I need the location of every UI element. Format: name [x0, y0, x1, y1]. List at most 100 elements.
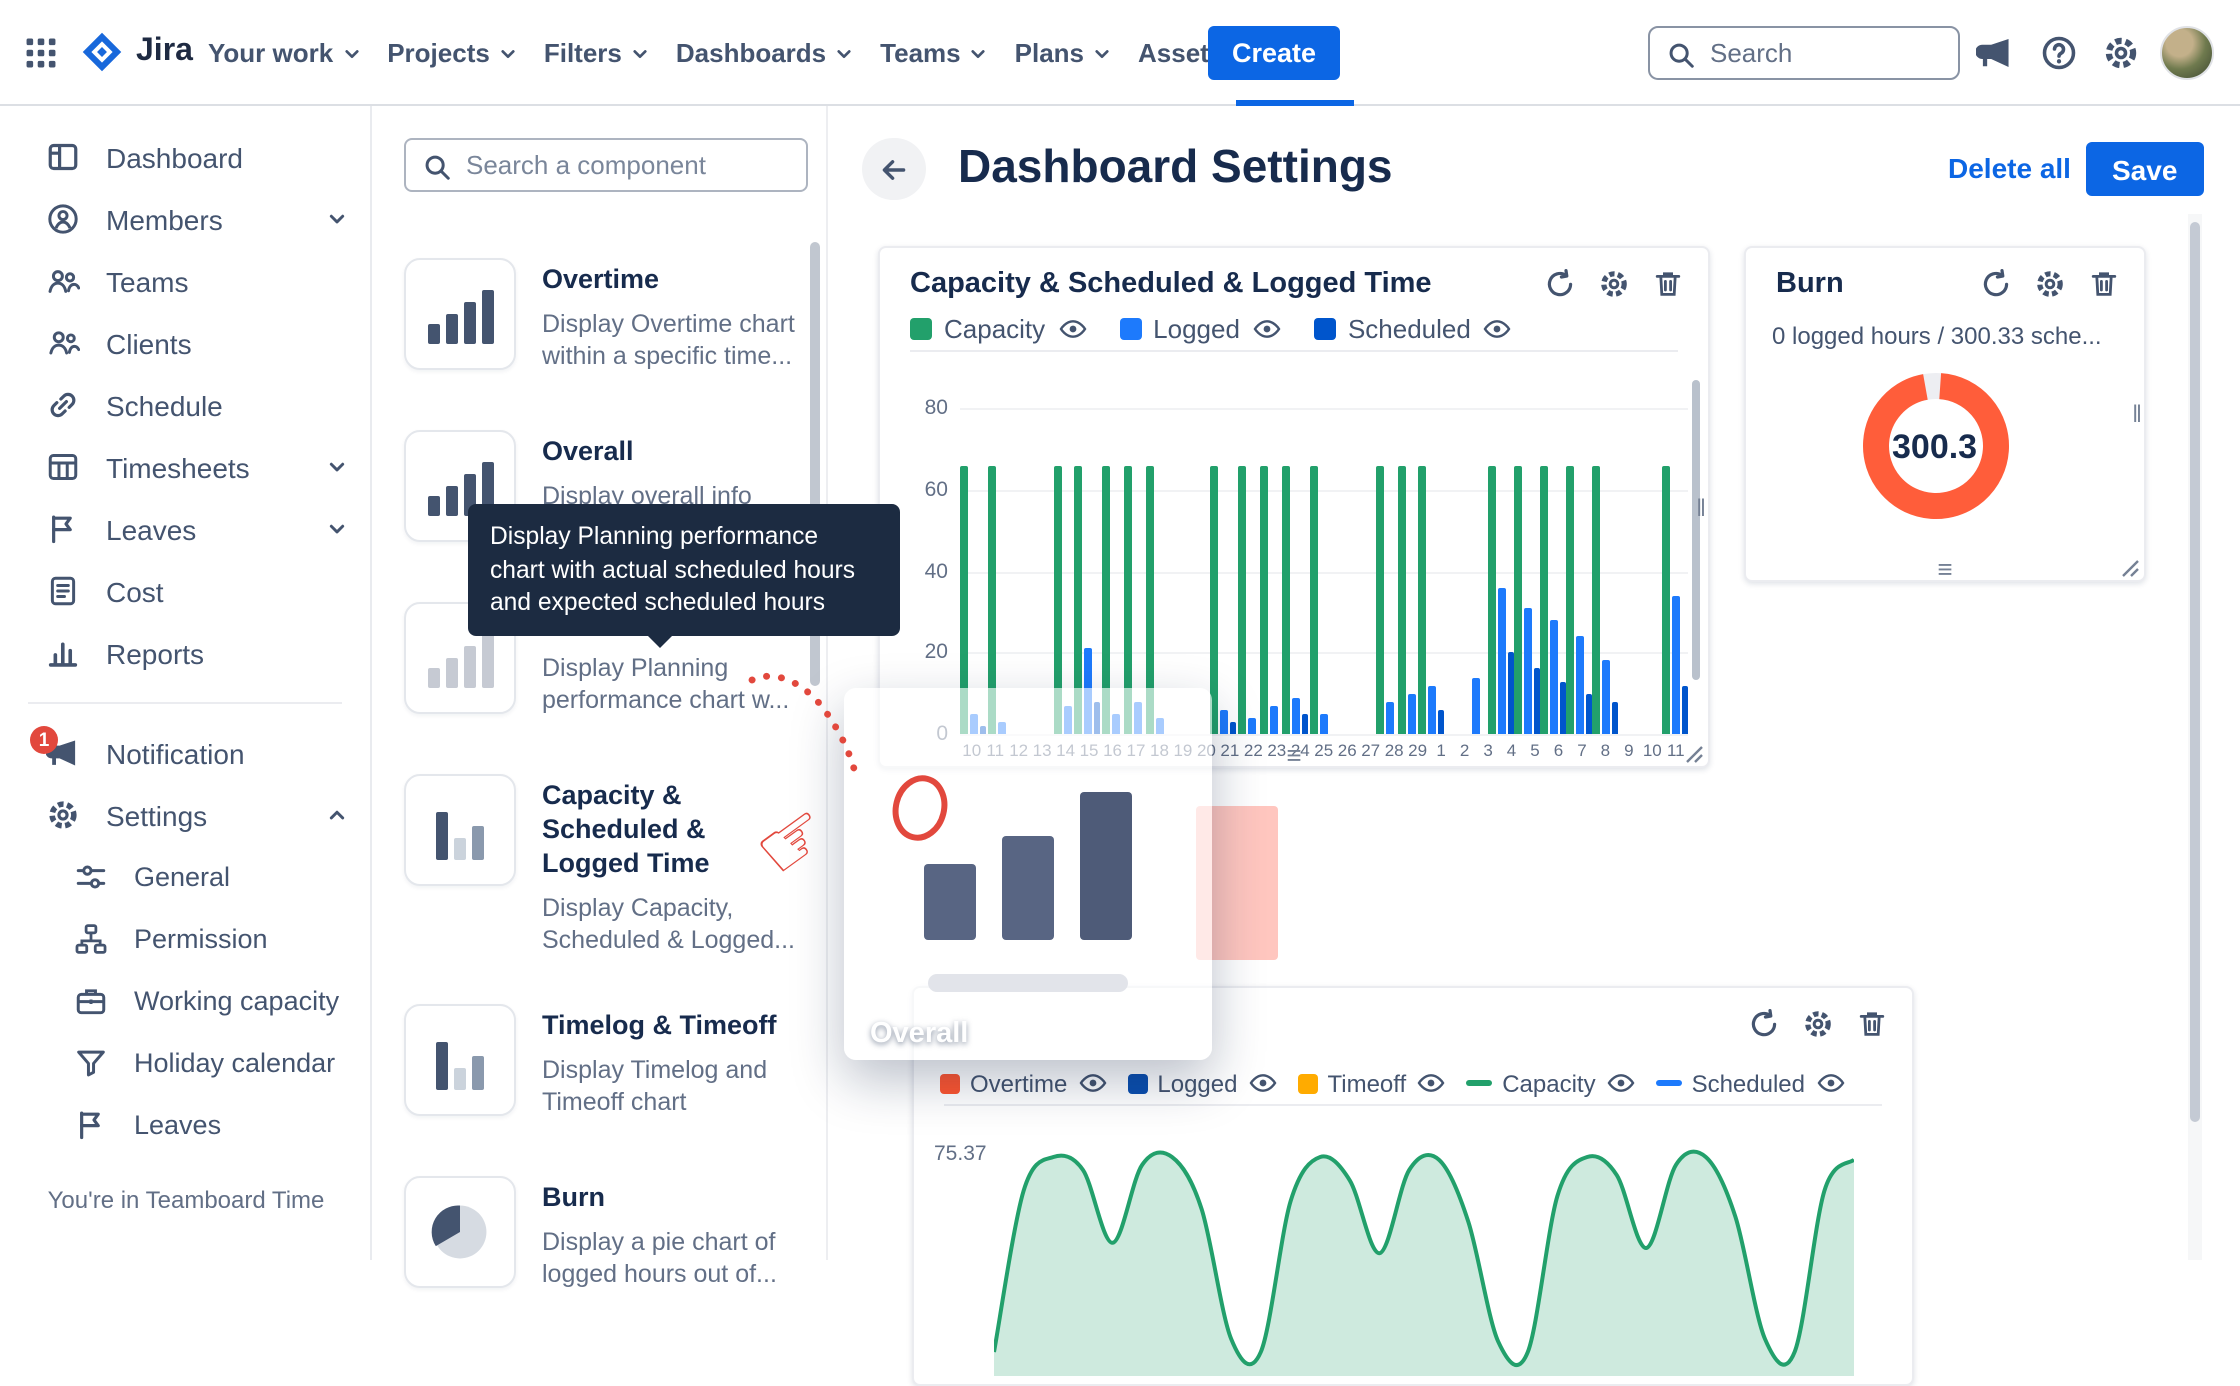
gear-icon — [46, 798, 80, 832]
sidebar-item-label: Working capacity — [134, 986, 350, 1016]
sidebar-item-clients[interactable]: Clients — [0, 312, 370, 374]
drag-preview-title: Overall — [870, 1018, 968, 1050]
bar-scheduled — [1682, 685, 1688, 734]
bar-capacity — [1211, 465, 1219, 734]
eye-icon[interactable] — [1252, 314, 1282, 344]
bar-logged — [1291, 697, 1299, 734]
widget-actions — [1748, 1008, 1888, 1040]
nav-item-dashboards[interactable]: Dashboards — [664, 0, 868, 106]
page-title: Dashboard Settings — [958, 140, 1393, 194]
bar-logged — [1271, 705, 1279, 734]
drag-handle[interactable]: ≡ — [1286, 744, 1301, 768]
jira-logo[interactable]: Jira — [80, 30, 193, 74]
tooltip: Display Planning performance chart with … — [468, 504, 900, 636]
nav-item-your-work[interactable]: Your work — [196, 0, 375, 106]
chevron-down-icon — [324, 516, 350, 542]
sidebar-divider — [28, 702, 342, 704]
sidebar-item-members[interactable]: Members — [0, 188, 370, 250]
widget-scrollbar[interactable] — [1692, 380, 1700, 680]
widget-settings-icon[interactable] — [1598, 268, 1630, 300]
y-tick-label: 60 — [904, 478, 948, 502]
global-search-input[interactable] — [1650, 28, 1958, 78]
sidebar-item-label: Dashboard — [106, 141, 350, 173]
sidebar-item-timesheets[interactable]: Timesheets — [0, 436, 370, 498]
sidebar-item-dashboard[interactable]: Dashboard — [0, 126, 370, 188]
refresh-icon[interactable] — [1544, 268, 1576, 300]
eye-icon[interactable] — [1483, 314, 1513, 344]
delete-widget-icon[interactable] — [1652, 268, 1684, 300]
eye-icon[interactable] — [1416, 1068, 1446, 1098]
resize-handle-right[interactable]: ‖ — [1696, 493, 1706, 521]
delete-widget-icon[interactable] — [1856, 1008, 1888, 1040]
drag-handle[interactable]: ≡ — [1937, 558, 1952, 582]
resize-handle-right[interactable]: ‖ — [2132, 400, 2142, 428]
sidebar-item-leaves[interactable]: Leaves — [0, 1094, 370, 1156]
component-timelog-timeoff[interactable]: Timelog & TimeoffDisplay Timelog and Tim… — [404, 1004, 796, 1128]
nav-item-plans[interactable]: Plans — [1003, 0, 1126, 106]
refresh-icon[interactable] — [1748, 1008, 1780, 1040]
bar-capacity — [1566, 465, 1574, 734]
chevron-down-icon — [324, 206, 350, 232]
bar-capacity — [1281, 465, 1289, 734]
settings-gear-icon[interactable] — [2102, 34, 2140, 72]
back-button[interactable] — [862, 138, 926, 200]
resize-corner[interactable] — [2120, 558, 2140, 578]
sidebar-item-label: Holiday calendar — [134, 1048, 350, 1078]
bar-chart-thumb-icon — [427, 628, 493, 688]
bar-logged — [1498, 587, 1506, 734]
eye-icon[interactable] — [1606, 1068, 1636, 1098]
sidebar-item-settings[interactable]: Settings — [0, 784, 370, 846]
bar-logged — [1249, 718, 1257, 734]
resize-corner[interactable] — [1684, 744, 1704, 764]
refresh-icon[interactable] — [1980, 268, 2012, 300]
nav-item-teams[interactable]: Teams — [868, 0, 1002, 106]
timesheets-icon — [46, 450, 80, 484]
widget-settings-icon[interactable] — [1802, 1008, 1834, 1040]
sidebar-item-permission[interactable]: Permission — [0, 908, 370, 970]
save-button[interactable]: Save — [2086, 142, 2203, 196]
eye-icon[interactable] — [1247, 1068, 1277, 1098]
widget-settings-icon[interactable] — [2034, 268, 2066, 300]
component-search-input[interactable] — [406, 140, 806, 190]
sidebar-item-teams[interactable]: Teams — [0, 250, 370, 312]
avatar[interactable] — [2160, 26, 2214, 80]
bar-capacity — [1418, 465, 1426, 734]
bar-chart-thumb-icon — [436, 1030, 484, 1090]
nav-item-label: Teams — [880, 38, 960, 68]
primary-nav: Your workProjectsFiltersDashboards Teams P… — [196, 0, 1354, 106]
component-burn[interactable]: BurnDisplay a pie chart of logged hours … — [404, 1176, 796, 1300]
flag-icon — [74, 1108, 108, 1142]
funnel-icon — [74, 1046, 108, 1080]
burn-summary: 0 logged hours / 300.33 sche... — [1772, 322, 2128, 350]
sidebar-item-leaves[interactable]: Leaves — [0, 498, 370, 560]
component-capacity-scheduled-logged-time[interactable]: Capacity & Scheduled & Logged TimeDispla… — [404, 774, 796, 956]
main-content: Dashboard Settings Delete all Save Capac… — [828, 106, 2240, 1260]
main-scrollbar[interactable] — [2190, 222, 2200, 1122]
app-switcher-icon[interactable] — [24, 36, 58, 70]
legend-swatch — [1297, 1073, 1317, 1093]
bar-logged — [1672, 595, 1680, 734]
eye-icon[interactable] — [1077, 1068, 1107, 1098]
sidebar-item-general[interactable]: General — [0, 846, 370, 908]
help-icon[interactable] — [2040, 34, 2078, 72]
sidebar-item-holiday-calendar[interactable]: Holiday calendar — [0, 1032, 370, 1094]
announcements-icon[interactable] — [1976, 34, 2014, 72]
component-description: Display Planning performance chart w... — [542, 652, 796, 717]
component-overtime[interactable]: OvertimeDisplay Overtime chart within a … — [404, 258, 796, 382]
x-tick-label: 2 — [1453, 740, 1476, 760]
nav-item-filters[interactable]: Filters — [532, 0, 664, 106]
sidebar-item-notification[interactable]: Notification1 — [0, 722, 370, 784]
nav-item-projects[interactable]: Projects — [375, 0, 532, 106]
sidebar-item-label: Reports — [106, 637, 350, 669]
permission-icon — [74, 922, 108, 956]
sidebar-item-schedule[interactable]: Schedule — [0, 374, 370, 436]
delete-all-button[interactable]: Delete all — [1948, 152, 2071, 184]
sidebar-item-working-capacity[interactable]: Working capacity — [0, 970, 370, 1032]
eye-icon[interactable] — [1815, 1068, 1845, 1098]
eye-icon[interactable] — [1057, 314, 1087, 344]
create-button[interactable]: Create — [1208, 26, 1340, 80]
sidebar-item-reports[interactable]: Reports — [0, 622, 370, 684]
sidebar-item-cost[interactable]: Cost — [0, 560, 370, 622]
legend-timeoff: Timeoff — [1297, 1068, 1446, 1098]
delete-widget-icon[interactable] — [2088, 268, 2120, 300]
